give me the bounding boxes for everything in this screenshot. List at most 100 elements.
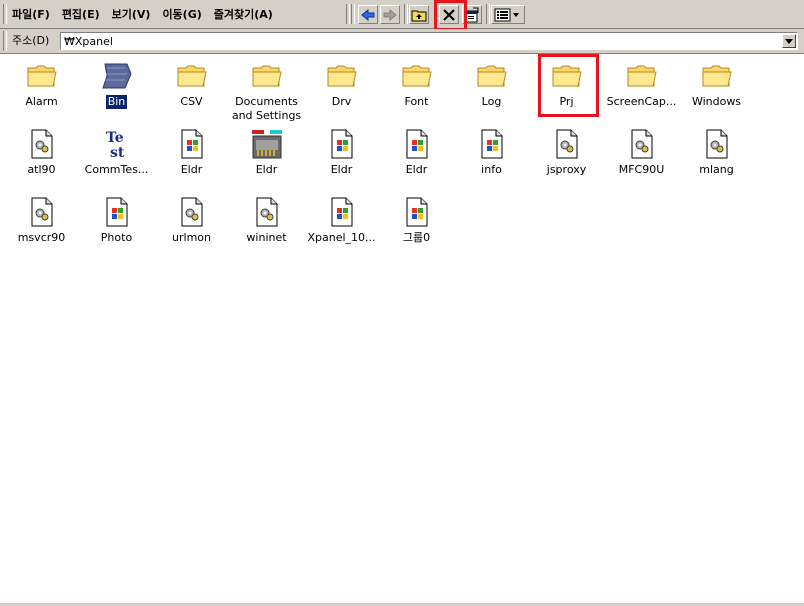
file-item[interactable]: MFC90U: [604, 124, 679, 188]
dll-icon: [176, 196, 208, 228]
exe-icon: [401, 196, 433, 228]
views-button[interactable]: [491, 5, 525, 24]
file-item[interactable]: atl90: [4, 124, 79, 188]
file-label: Drv: [331, 95, 352, 108]
file-item[interactable]: Eldr: [154, 124, 229, 188]
file-label: MFC90U: [618, 163, 665, 176]
folder-icon: [551, 60, 583, 92]
folder-icon: [701, 60, 733, 92]
dll-icon: [551, 128, 583, 160]
forward-arrow-icon: [383, 8, 397, 21]
toolbar-separator-2: [486, 4, 490, 24]
bin-icon: [101, 60, 133, 92]
file-label: CommTes...: [84, 163, 149, 176]
menu-file[interactable]: 파일(F): [6, 6, 56, 24]
properties-button[interactable]: [462, 5, 482, 24]
folder-icon: [26, 60, 58, 92]
file-label: 그룹0: [402, 231, 431, 244]
file-item[interactable]: Documents and Settings: [229, 56, 304, 122]
file-label: ScreenCap...: [606, 95, 677, 108]
address-grip[interactable]: [3, 31, 7, 51]
address-input[interactable]: ₩Xpanel: [60, 32, 798, 50]
file-item[interactable]: Eldr: [229, 124, 304, 188]
file-item[interactable]: Te st CommTes...: [79, 124, 154, 188]
file-label: Alarm: [25, 95, 58, 108]
folder-icon: [251, 60, 283, 92]
views-dropdown-icon: [494, 8, 519, 21]
folder-icon: [626, 60, 658, 92]
file-label: Xpanel_10...: [307, 231, 376, 244]
file-label: Windows: [691, 95, 742, 108]
properties-icon: [465, 7, 479, 22]
file-item[interactable]: urlmon: [154, 192, 229, 256]
back-button[interactable]: [358, 5, 378, 24]
file-item[interactable]: Alarm: [4, 56, 79, 120]
file-label: Photo: [100, 231, 133, 244]
exe-icon: [101, 196, 133, 228]
file-item[interactable]: jsproxy: [529, 124, 604, 188]
dll-icon: [26, 196, 58, 228]
file-item[interactable]: Photo: [79, 192, 154, 256]
svg-text:st: st: [110, 145, 125, 160]
file-label: urlmon: [172, 231, 211, 244]
file-label: msvcr90: [17, 231, 66, 244]
file-label: Eldr: [330, 163, 353, 176]
file-item[interactable]: wininet: [229, 192, 304, 256]
exe-icon: [401, 128, 433, 160]
file-item[interactable]: Windows: [679, 56, 754, 120]
file-item[interactable]: Log: [454, 56, 529, 120]
exe-icon: [176, 128, 208, 160]
address-dropdown-button[interactable]: [782, 34, 796, 48]
file-label: atl90: [27, 163, 56, 176]
toolbar-grip[interactable]: [346, 4, 350, 24]
exe-icon: [326, 128, 358, 160]
file-label: Eldr: [405, 163, 428, 176]
dll-icon: [251, 196, 283, 228]
file-label: Documents and Settings: [231, 95, 302, 122]
file-item[interactable]: CSV: [154, 56, 229, 120]
menu-go[interactable]: 이동(G): [156, 6, 207, 24]
file-label: jsproxy: [546, 163, 587, 176]
file-item[interactable]: Font: [379, 56, 454, 120]
toolbar-grip-2: [351, 4, 355, 24]
address-value[interactable]: ₩Xpanel: [64, 34, 113, 49]
file-item[interactable]: msvcr90: [4, 192, 79, 256]
folder-icon: [176, 60, 208, 92]
dll-icon: [626, 128, 658, 160]
file-item[interactable]: Eldr: [379, 124, 454, 188]
file-item[interactable]: mlang: [679, 124, 754, 188]
menu-favorites[interactable]: 즐겨찾기(A): [208, 6, 279, 24]
file-label: mlang: [699, 163, 734, 176]
folder-icon: [326, 60, 358, 92]
file-item[interactable]: Eldr: [304, 124, 379, 188]
dll-icon: [701, 128, 733, 160]
chevron-down-icon: [785, 38, 793, 44]
menu-view[interactable]: 보기(V): [106, 6, 157, 24]
up-folder-button[interactable]: [409, 5, 429, 24]
test-icon: Te st: [101, 128, 133, 161]
folder-icon: [401, 60, 433, 92]
menu-edit[interactable]: 편집(E): [56, 6, 106, 24]
up-folder-icon: [411, 10, 427, 21]
file-label: Eldr: [180, 163, 203, 176]
menu-bar: 파일(F) 편집(E) 보기(V) 이동(G) 즐겨찾기(A): [6, 6, 279, 24]
file-label: Font: [404, 95, 429, 108]
address-label: 주소(D): [12, 34, 50, 47]
file-item[interactable]: Bin: [79, 56, 154, 120]
file-label: wininet: [246, 231, 287, 244]
svg-text:Te: Te: [106, 130, 124, 146]
dll-icon: [26, 128, 58, 160]
file-item[interactable]: ScreenCap...: [604, 56, 679, 120]
file-list-view[interactable]: Alarm Bin CSV Documents and Settings Drv Font…: [0, 54, 804, 606]
file-item[interactable]: Prj: [529, 56, 604, 120]
toolbar-separator: [404, 4, 408, 24]
file-label: CSV: [180, 95, 203, 108]
forward-button[interactable]: [380, 5, 400, 24]
file-item[interactable]: Drv: [304, 56, 379, 120]
delete-button[interactable]: [439, 5, 459, 24]
file-item[interactable]: Xpanel_10...: [304, 192, 379, 256]
folder-icon: [476, 60, 508, 92]
file-item[interactable]: info: [454, 124, 529, 188]
back-arrow-icon: [361, 8, 375, 21]
file-item[interactable]: 그룹0: [379, 192, 454, 256]
